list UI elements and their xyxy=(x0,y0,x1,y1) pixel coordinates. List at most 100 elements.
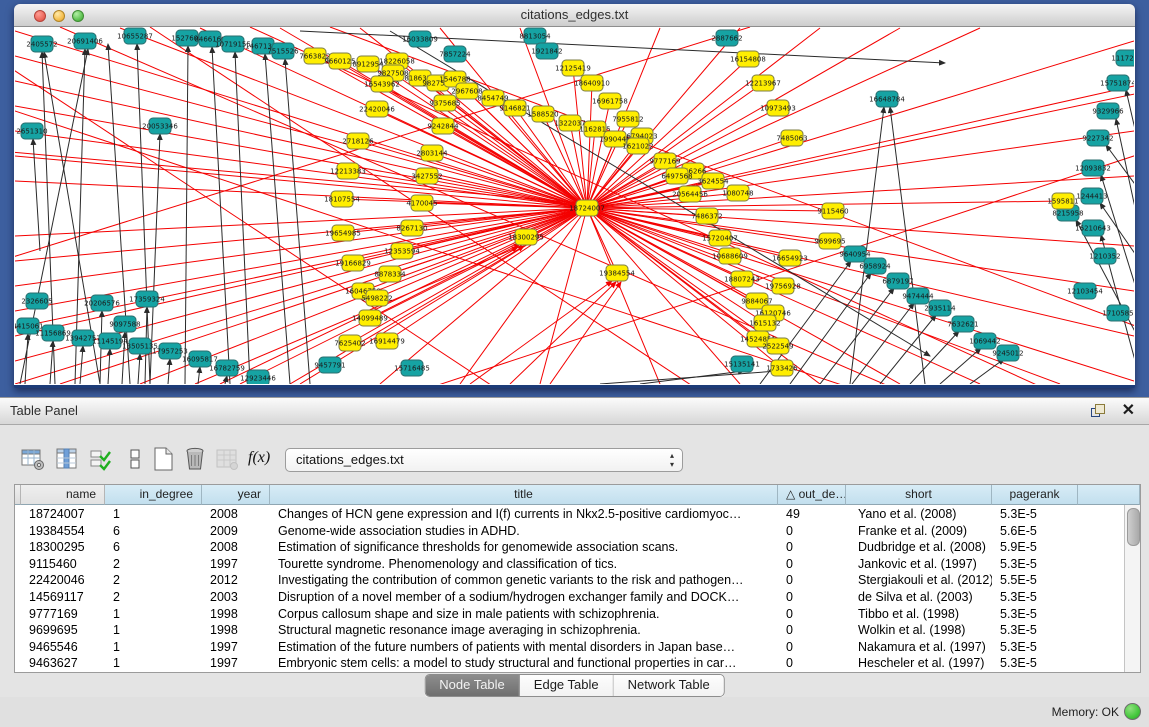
citing-node[interactable]: 20053346 xyxy=(142,118,178,134)
citing-node[interactable]: 2935114 xyxy=(924,300,956,316)
table-row[interactable]: 969969511998Structural magnetic resonanc… xyxy=(15,622,1124,639)
float-panel-icon[interactable] xyxy=(1091,404,1105,417)
citing-node[interactable]: 6958924 xyxy=(859,258,891,274)
citing-node[interactable]: 9329966 xyxy=(1092,103,1124,119)
column-header-short[interactable]: short xyxy=(846,485,992,505)
cited-node[interactable]: 6497568 xyxy=(661,168,692,184)
edge[interactable] xyxy=(50,341,53,384)
table-row[interactable]: 1872400712008Changes of HCN gene express… xyxy=(15,506,1124,523)
cited-node[interactable]: 7486372 xyxy=(691,208,722,224)
cell-pagerank[interactable]: 5.5E-5 xyxy=(992,572,1078,589)
cited-node[interactable]: 9777169 xyxy=(649,153,680,169)
cell-title[interactable]: Tourette syndrome. Phenomenology and cla… xyxy=(270,556,778,573)
cell-in_degree[interactable]: 1 xyxy=(105,506,202,523)
cited-node[interactable]: 8878334 xyxy=(374,266,406,282)
cited-node[interactable]: 18640910 xyxy=(574,75,610,91)
citing-node[interactable]: 2405572 xyxy=(26,36,57,52)
citing-node[interactable]: 8813054 xyxy=(519,28,551,44)
cited-node[interactable]: 19756928 xyxy=(765,278,801,294)
cell-in_degree[interactable]: 1 xyxy=(105,622,202,639)
edge[interactable] xyxy=(265,54,290,384)
cell-year[interactable]: 2008 xyxy=(202,539,270,556)
edge[interactable] xyxy=(212,47,230,384)
cell-short[interactable]: de Silva et al. (2003) xyxy=(846,589,992,606)
tab-edge-table[interactable]: Edge Table xyxy=(520,675,614,696)
cell-in_degree[interactable]: 2 xyxy=(105,589,202,606)
citing-node[interactable]: 1210352 xyxy=(1089,248,1120,264)
function-builder-icon[interactable]: f(x) xyxy=(248,449,274,475)
cell-short[interactable]: Wolkin et al. (1998) xyxy=(846,622,992,639)
edge[interactable] xyxy=(33,139,40,251)
cell-year[interactable]: 2009 xyxy=(202,523,270,540)
column-header-in_degree[interactable]: in_degree xyxy=(105,485,202,505)
close-panel-icon[interactable]: ✕ xyxy=(1122,400,1135,420)
cell-title[interactable]: Estimation of significance thresholds fo… xyxy=(270,539,778,556)
citing-node[interactable]: 17359324 xyxy=(129,291,165,307)
table-row[interactable]: 946362711997Embryonic stem cells: a mode… xyxy=(15,655,1124,672)
citing-node[interactable]: 9245012 xyxy=(992,345,1023,361)
cell-short[interactable]: Jankovic et al. (1997) xyxy=(846,556,992,573)
table-row[interactable]: 1456911722003Disruption of a novel membe… xyxy=(15,589,1124,606)
cell-out_degree[interactable]: 0 xyxy=(778,622,846,639)
column-header-name[interactable]: name xyxy=(21,485,105,505)
cited-node[interactable]: 3624554 xyxy=(697,173,729,189)
citing-node[interactable]: 9097588 xyxy=(109,316,140,332)
cell-name[interactable]: 9465546 xyxy=(21,639,105,656)
cell-title[interactable]: Disruption of a novel member of a sodium… xyxy=(270,589,778,606)
memory-status-icon[interactable] xyxy=(1124,703,1141,720)
cell-year[interactable]: 2003 xyxy=(202,589,270,606)
edge[interactable] xyxy=(820,288,894,384)
table-select-combobox[interactable]: citations_edges.txt ▴▾ xyxy=(285,448,683,472)
edge[interactable] xyxy=(15,131,587,208)
citing-node[interactable]: 9227342 xyxy=(1082,130,1113,146)
cell-title[interactable]: Genome-wide association studies in ADHD. xyxy=(270,523,778,540)
edge[interactable] xyxy=(880,315,936,384)
cell-pagerank[interactable]: 5.3E-5 xyxy=(992,506,1078,523)
cell-title[interactable]: Changes of HCN gene expression and I(f) … xyxy=(270,506,778,523)
cell-pagerank[interactable]: 5.3E-5 xyxy=(992,622,1078,639)
table-row[interactable]: 1938455462009Genome-wide association stu… xyxy=(15,523,1124,540)
cited-node[interactable]: 1080748 xyxy=(722,185,753,201)
merge-rows-icon[interactable] xyxy=(122,446,148,472)
cited-node[interactable]: 3427552 xyxy=(411,168,442,184)
edge[interactable] xyxy=(600,371,778,384)
citing-node[interactable]: 6879197 xyxy=(882,273,913,289)
citing-node[interactable]: 7515526 xyxy=(267,43,299,59)
cited-node[interactable]: 1615132 xyxy=(749,315,780,331)
cell-pagerank[interactable]: 5.3E-5 xyxy=(992,556,1078,573)
cell-out_degree[interactable]: 49 xyxy=(778,506,846,523)
column-header-out_degree[interactable]: △ out_de… xyxy=(778,485,846,505)
cell-out_degree[interactable]: 0 xyxy=(778,655,846,672)
cell-in_degree[interactable]: 1 xyxy=(105,639,202,656)
cell-title[interactable]: Embryonic stem cells: a model to study s… xyxy=(270,655,778,672)
cell-out_degree[interactable]: 0 xyxy=(778,606,846,623)
citing-node[interactable]: 1921842 xyxy=(531,43,562,59)
cell-name[interactable]: 18724007 xyxy=(21,506,105,523)
cell-name[interactable]: 19384554 xyxy=(21,523,105,540)
cited-node[interactable]: 4170045 xyxy=(406,195,437,211)
citing-node[interactable]: 1244413 xyxy=(1076,188,1107,204)
cited-node[interactable]: 9115460 xyxy=(817,203,848,219)
citing-node[interactable]: 1069442 xyxy=(969,333,1000,349)
edge[interactable] xyxy=(168,359,170,384)
cell-title[interactable]: Estimation of the future numbers of pati… xyxy=(270,639,778,656)
citing-node[interactable]: 1117248 xyxy=(1111,50,1134,66)
citing-node[interactable]: 15716485 xyxy=(394,360,430,376)
citing-node[interactable]: 15751874 xyxy=(1100,75,1134,91)
edge[interactable] xyxy=(15,208,587,286)
cell-short[interactable]: Tibbo et al. (1998) xyxy=(846,606,992,623)
table-row[interactable]: 2242004622012Investigating the contribut… xyxy=(15,572,1124,589)
cell-out_degree[interactable]: 0 xyxy=(778,556,846,573)
cited-node[interactable]: 8267130 xyxy=(396,220,427,236)
cited-node[interactable]: 12125419 xyxy=(555,60,591,76)
node-table[interactable]: namein_degreeyeartitle△ out_de…shortpage… xyxy=(14,484,1141,673)
table-row[interactable]: 946554611997Estimation of the future num… xyxy=(15,639,1124,656)
cell-name[interactable]: 9699695 xyxy=(21,622,105,639)
cell-pagerank[interactable]: 5.3E-5 xyxy=(992,606,1078,623)
cited-node[interactable]: 19384554 xyxy=(599,265,635,281)
cell-year[interactable]: 2008 xyxy=(202,506,270,523)
cited-node[interactable]: 7955812 xyxy=(612,111,643,127)
cited-node[interactable]: 2718126 xyxy=(342,133,374,149)
network-window[interactable]: citations_edges.txt 24055722069140610655… xyxy=(14,4,1135,388)
citing-node[interactable]: 2887662 xyxy=(711,30,742,46)
